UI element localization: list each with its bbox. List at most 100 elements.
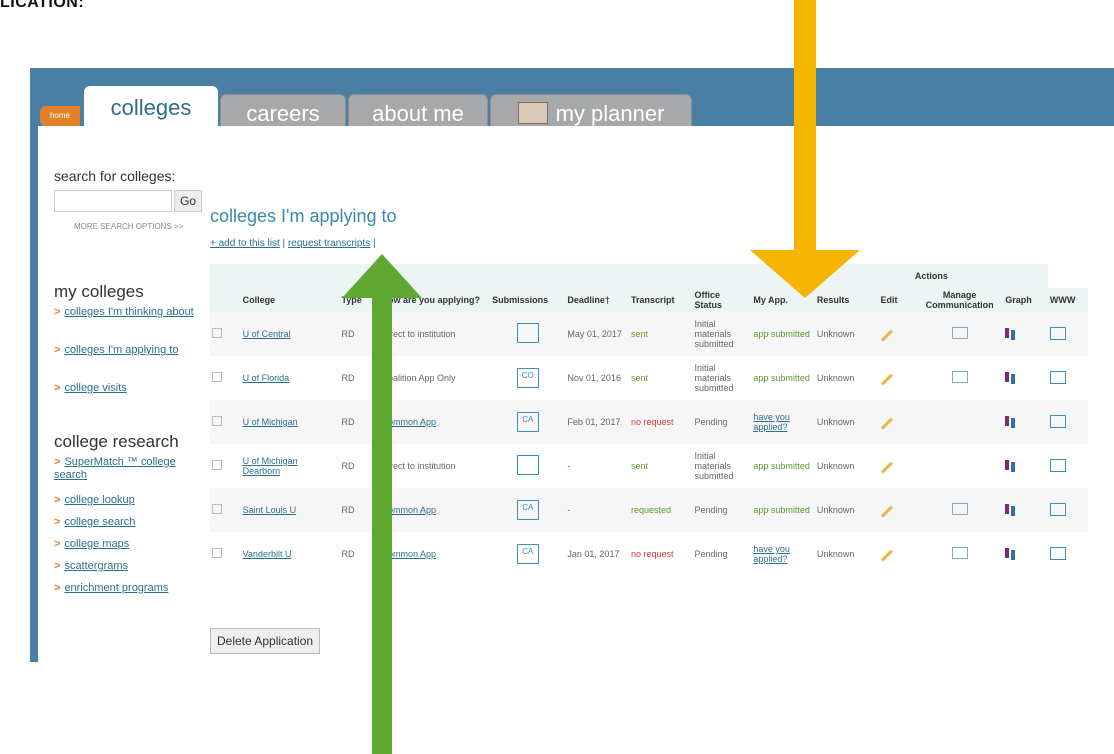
- college-research-heading: college research: [54, 432, 179, 451]
- separator: |: [372, 238, 376, 249]
- college-link[interactable]: U of Florida: [243, 373, 290, 383]
- sidebar-item-maps[interactable]: > college maps: [54, 538, 194, 551]
- transcript-status: sent: [630, 373, 648, 383]
- col-www: WWW: [1049, 295, 1076, 305]
- sidebar-item-label: colleges I'm applying to: [64, 344, 179, 356]
- edit-pencil-icon[interactable]: [881, 505, 894, 518]
- sidebar-item-thinking[interactable]: > colleges I'm thinking about: [54, 306, 194, 319]
- sidebar-item-search[interactable]: > college search: [54, 516, 194, 529]
- mail-icon[interactable]: [951, 327, 968, 339]
- sidebar-item-label: college visits: [64, 382, 127, 394]
- deadline: Feb 01, 2017: [567, 417, 621, 427]
- submission-icon[interactable]: CO: [516, 368, 539, 388]
- my-app-status[interactable]: have you applied?: [753, 412, 790, 432]
- sidebar-item-supermatch[interactable]: > SuperMatch ™ college search: [54, 456, 194, 482]
- row-checkbox[interactable]: [212, 416, 222, 426]
- sidebar-item-scattergrams[interactable]: > scattergrams: [54, 560, 194, 573]
- edit-pencil-icon[interactable]: [881, 549, 894, 562]
- deadline: -: [567, 505, 571, 515]
- www-icon[interactable]: [1049, 414, 1066, 428]
- tab-my-planner-label: my planner: [555, 101, 665, 126]
- www-icon[interactable]: [1049, 546, 1066, 560]
- college-link[interactable]: Saint Louis U: [243, 505, 297, 515]
- orange-arrow-shaft: [794, 0, 816, 250]
- submission-code: CO: [521, 371, 534, 380]
- submission-icon[interactable]: CA: [516, 544, 539, 564]
- request-transcripts-link[interactable]: request transcripts: [288, 238, 370, 249]
- edit-pencil-icon[interactable]: [881, 461, 894, 474]
- my-app-status: app submitted: [753, 505, 810, 515]
- submission-icon[interactable]: [516, 323, 539, 343]
- row-checkbox[interactable]: [212, 548, 222, 558]
- graph-icon[interactable]: [1005, 328, 1010, 338]
- www-icon[interactable]: [1049, 458, 1066, 472]
- orange-arrow: [750, 0, 860, 298]
- transcript-status: no request: [630, 417, 674, 427]
- results: Unknown: [816, 505, 855, 515]
- www-icon[interactable]: [1049, 502, 1066, 516]
- row-checkbox[interactable]: [212, 504, 222, 514]
- college-link[interactable]: Vanderbilt U: [243, 549, 292, 559]
- edit-pencil-icon[interactable]: [881, 329, 894, 342]
- graph-icon[interactable]: [1005, 504, 1010, 514]
- www-icon[interactable]: [1049, 326, 1066, 340]
- col-college[interactable]: College: [241, 288, 340, 312]
- my-app-status: app submitted: [753, 373, 810, 383]
- www-icon[interactable]: [1049, 370, 1066, 384]
- col-graph: Graph: [1005, 295, 1032, 305]
- submission-icon[interactable]: CA: [516, 412, 539, 432]
- college-link[interactable]: U of Michigan Dearborn: [243, 456, 298, 476]
- orange-arrow-head: [750, 250, 860, 298]
- mail-icon[interactable]: [951, 547, 968, 559]
- col-office-status[interactable]: Office Status: [693, 288, 752, 312]
- edit-pencil-icon[interactable]: [881, 373, 894, 386]
- my-colleges-heading: my colleges: [54, 282, 144, 301]
- more-search-options-link[interactable]: MORE SEARCH OPTIONS >>: [74, 222, 183, 231]
- transcript-status: requested: [630, 505, 671, 515]
- office-status: Initial materials submitted: [694, 451, 734, 481]
- results: Unknown: [816, 373, 855, 383]
- results: Unknown: [816, 549, 855, 559]
- mail-icon[interactable]: [951, 371, 968, 383]
- submission-icon[interactable]: [516, 455, 539, 475]
- add-to-list-link[interactable]: + add to this list: [210, 238, 280, 249]
- chevron-right-icon: >: [54, 382, 61, 394]
- app-frame: home colleges careers about me my planne…: [30, 68, 1114, 662]
- chevron-right-icon: >: [54, 560, 61, 572]
- chevron-right-icon: >: [54, 538, 61, 550]
- mail-icon[interactable]: [951, 503, 968, 515]
- transcript-status: sent: [630, 329, 648, 339]
- graph-icon[interactable]: [1005, 548, 1010, 558]
- row-checkbox[interactable]: [212, 460, 222, 470]
- chevron-right-icon: >: [54, 516, 61, 528]
- transcript-status: sent: [630, 461, 648, 471]
- search-label: search for colleges:: [54, 168, 176, 184]
- home-tab[interactable]: home: [40, 106, 80, 126]
- graph-icon[interactable]: [1005, 416, 1010, 426]
- go-button[interactable]: Go: [174, 190, 202, 212]
- deadline: Jan 01, 2017: [567, 549, 620, 559]
- sidebar-item-enrichment[interactable]: > enrichment programs: [54, 582, 194, 595]
- row-checkbox[interactable]: [212, 328, 222, 338]
- sidebar-item-lookup[interactable]: > college lookup: [54, 494, 194, 507]
- edit-pencil-icon[interactable]: [881, 417, 894, 430]
- green-arrow-head: [342, 254, 422, 298]
- sidebar-item-applying[interactable]: > colleges I'm applying to: [54, 344, 194, 357]
- graph-icon[interactable]: [1005, 372, 1010, 382]
- my-app-status[interactable]: have you applied?: [753, 544, 790, 564]
- delete-application-button[interactable]: Delete Application: [210, 628, 321, 654]
- col-manage-communication: Manage Communication: [925, 290, 994, 310]
- chevron-right-icon: >: [54, 582, 61, 594]
- row-checkbox[interactable]: [212, 372, 222, 382]
- transcript-status: no request: [630, 549, 674, 559]
- sidebar-item-visits[interactable]: > college visits: [54, 382, 194, 395]
- college-link[interactable]: U of Michigan: [243, 417, 298, 427]
- col-deadline[interactable]: Deadline†: [565, 288, 629, 312]
- graph-icon[interactable]: [1005, 460, 1010, 470]
- sidebar-item-label: enrichment programs: [64, 582, 169, 594]
- college-link[interactable]: U of Central: [243, 329, 291, 339]
- col-submissions[interactable]: Submissions: [490, 288, 565, 312]
- col-transcript[interactable]: Transcript: [629, 288, 693, 312]
- submission-icon[interactable]: CA: [516, 500, 539, 520]
- search-input[interactable]: [54, 190, 172, 212]
